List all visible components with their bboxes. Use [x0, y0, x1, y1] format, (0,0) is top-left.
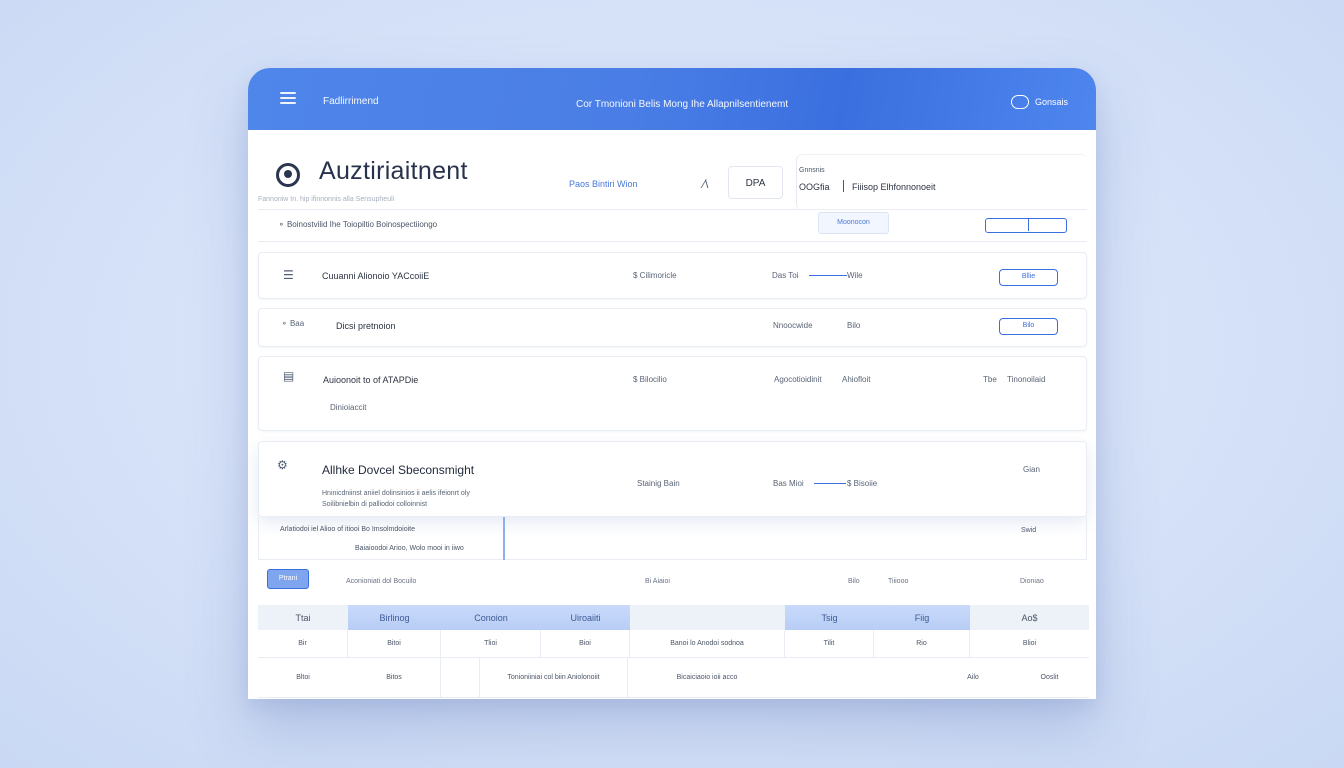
table-cell — [786, 658, 936, 697]
filter-row: ⚬ Boinostvilid Ihe Toiopiltio Boinospect… — [258, 209, 1087, 242]
table-cell: Banoi lo Anodoi sodnoa — [630, 630, 785, 657]
footer-text: Dioniao — [1020, 578, 1044, 585]
row-amount: $ Bilocilio — [633, 375, 667, 384]
column-header[interactable]: Uiroaiiti — [541, 605, 630, 630]
column-header[interactable]: Ao$ — [970, 605, 1089, 630]
detail-left-column — [259, 517, 505, 560]
table-cell: Bitoi — [348, 630, 441, 657]
row-subtitle: Dinioiaccit — [330, 403, 367, 412]
page-title: Auztiriaitnent — [319, 157, 468, 185]
row-meta-3: Tbe — [983, 375, 997, 384]
column-header[interactable]: Tsig — [785, 605, 874, 630]
user-group-icon — [1010, 95, 1029, 109]
table-cell: Blioi — [1022, 640, 1037, 647]
settings-icon: ⚙ — [277, 458, 288, 472]
row-action-button[interactable]: Bilo — [999, 318, 1058, 335]
account-label: Gonsais — [1034, 97, 1068, 107]
filter-description: ⚬ Boinostvilid Ihe Toiopiltio Boinospect… — [278, 220, 438, 229]
row-meta: Agocotioidinit — [774, 375, 822, 384]
chart-icon[interactable]: ⁄\ — [703, 177, 708, 191]
app-window: Fadlirrimend Cor Tmonioni Belis Mong Ihe… — [248, 68, 1096, 699]
footer-text: Tiiiooo — [888, 578, 909, 585]
filter-button[interactable]: Moonocon — [818, 212, 889, 234]
primary-pill-button[interactable]: Ptrani — [267, 569, 309, 589]
row-label: ⚬ Baa — [281, 319, 305, 328]
column-header[interactable]: Fiig — [874, 605, 970, 630]
title-bar: Fadlirrimend Cor Tmonioni Belis Mong Ihe… — [248, 68, 1096, 130]
row-meta-2: Ahiofloit — [842, 375, 871, 384]
row-amount: Stainig Bain — [637, 479, 680, 488]
table-cell: Ooslit — [1040, 674, 1059, 681]
table-cell: Bitos — [348, 658, 441, 697]
footer-row: Ptrani Aconioniati dol Bocuilo Bi Aiaioi… — [248, 566, 1096, 602]
list-item-expanded[interactable]: ⚙ Allhke Dovcel Sbeconsmight Hninicdniin… — [258, 441, 1087, 517]
panel-text: Fiiisop Elhfonnonoeit — [852, 182, 936, 192]
table-cell: Tilit — [785, 630, 874, 657]
row-title: Allhke Dovcel Sbeconsmight — [322, 463, 475, 477]
progress-line — [809, 275, 847, 276]
detail-line-2: Baiaioodoi Arioo, Wolo mooi in iiwo — [355, 545, 464, 552]
panel-code: OOGfia — [799, 182, 830, 192]
window-title: Cor Tmonioni Belis Mong Ihe Allapnilsent… — [576, 99, 789, 110]
table-cell — [441, 658, 480, 697]
column-header[interactable] — [630, 605, 785, 630]
table-header: Ttai Birlinog Conoion Uiroaiiti Tsig Fii… — [258, 605, 1089, 630]
logo-icon — [276, 163, 300, 187]
list-icon: ☰ — [283, 268, 294, 282]
page-subtitle: Fannoniw In. hip ifinnonnis alla Sensuph… — [258, 196, 395, 203]
table-row[interactable]: Bir Bitoi Tlioi Bioi Banoi lo Anodoi sod… — [258, 630, 1089, 658]
column-header[interactable]: Ttai — [258, 605, 348, 630]
table-cell: Tonioniiniai col biin Aniolonoiit — [480, 658, 628, 697]
column-header[interactable]: Conoion — [441, 605, 541, 630]
app-name: Fadlirrimend — [323, 96, 379, 107]
row-meta: Bas Mioi — [773, 479, 804, 488]
row-meta: Nnoocwide — [773, 321, 813, 330]
dot-icon: ⚬ — [281, 319, 290, 328]
table-cell: Bir — [258, 630, 348, 657]
row-title: Cuuanni Alionoio YACcoiiE — [322, 271, 430, 281]
footer-text: Bi Aiaioi — [645, 578, 670, 585]
filter-input[interactable] — [985, 218, 1067, 233]
column-header[interactable]: Birlinog — [348, 605, 441, 630]
row-title: Auioonoit to of ATAPDie — [323, 375, 419, 385]
list-item[interactable]: ☰ Cuuanni Alionoio YACcoiiE $ Cilimoricl… — [258, 252, 1087, 299]
row-amount: $ Cilimoricle — [633, 271, 677, 280]
row-action-button[interactable]: Bllie — [999, 269, 1058, 286]
footer-text: Bilo — [848, 578, 860, 585]
row-description-1: Hninicdniinst aniiel dolinsinios ii aeli… — [322, 490, 470, 497]
table-cell: Bltoi — [296, 674, 310, 681]
row-meta: Das Toi — [772, 271, 799, 280]
table-row[interactable]: Bltoi Bitos Tonioniiniai col biin Aniolo… — [258, 658, 1089, 698]
dpa-button[interactable]: DPA — [728, 166, 783, 199]
panel-label: Gnnsnis — [799, 167, 825, 174]
header-info-panel: Gnnsnis OOGfia Fiiisop Elhfonnonoeit — [796, 154, 1087, 210]
calendar-icon: ▤ — [283, 369, 295, 383]
footer-text: Aconioniati dol Bocuilo — [346, 578, 417, 585]
row-description-2: Soilibnielbin di palliodoi colloinnist — [322, 501, 428, 508]
info-icon: ⚬ — [278, 220, 287, 229]
table-cell: Rio — [874, 630, 970, 657]
detail-right-value: Swid — [1021, 527, 1037, 534]
row-meta-2: Bilo — [847, 321, 861, 330]
header-link[interactable]: Paos Bintiri Wion — [569, 179, 638, 189]
table-cell: Bicaiciaoio ioii acco — [676, 674, 738, 681]
detail-line-1: Arlatiodoi iel Alioo of itiooi Bo Imsolm… — [280, 526, 416, 533]
row-right-value: Gian — [1023, 465, 1040, 474]
progress-line — [814, 483, 846, 484]
row-title: Dicsi pretnoion — [336, 321, 396, 331]
list-item[interactable]: ▤ Auioonoit to of ATAPDie Dinioiaccit $ … — [258, 356, 1087, 431]
detail-subpanel: Arlatiodoi iel Alioo of itiooi Bo Imsolm… — [258, 517, 1087, 560]
page-header: Auztiriaitnent Fannoniw In. hip ifinnonn… — [248, 130, 1096, 220]
table-cell: Bioi — [541, 630, 630, 657]
row-meta-2: $ Bisoiie — [847, 479, 878, 488]
panel-divider — [843, 180, 844, 192]
table-cell: Tlioi — [441, 630, 541, 657]
hamburger-menu-icon[interactable] — [280, 92, 296, 104]
list-item[interactable]: ⚬ Baa Dicsi pretnoion Nnoocwide Bilo Bil… — [258, 308, 1087, 347]
row-meta-4: Tinonoilaid — [1007, 375, 1046, 384]
account-button[interactable]: Gonsais — [1010, 95, 1068, 109]
row-meta-2: Wile — [847, 271, 863, 280]
table-cell: Ailo — [967, 674, 979, 681]
data-table: Ttai Birlinog Conoion Uiroaiiti Tsig Fii… — [258, 605, 1089, 698]
